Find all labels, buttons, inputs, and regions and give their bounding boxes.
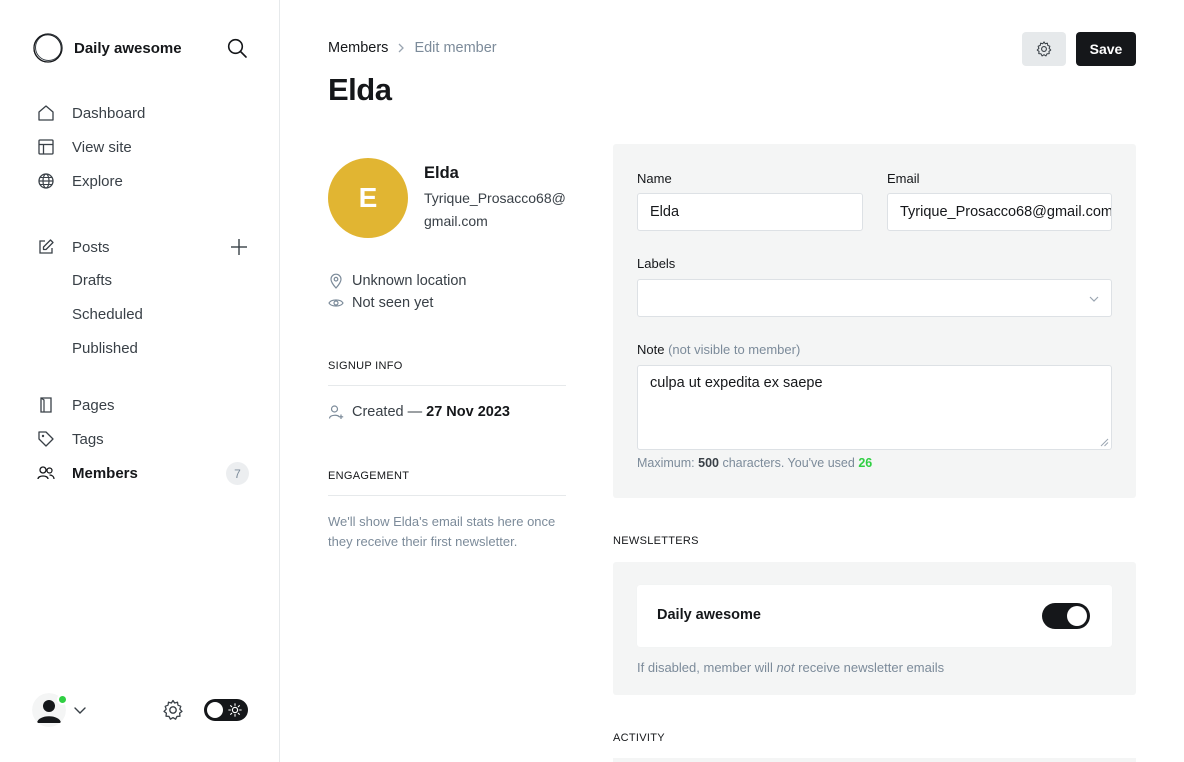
user-add-icon	[328, 405, 344, 419]
location-pin-icon	[328, 273, 344, 289]
sidebar-item-view-site[interactable]: View site	[36, 135, 132, 159]
note-label-hint: (not visible to member)	[668, 342, 801, 357]
divider	[328, 495, 566, 496]
tag-icon	[36, 429, 56, 449]
note-char-counter: Maximum: 500 characters. You've used 26	[637, 456, 872, 470]
note-label: Note (not visible to member)	[637, 342, 800, 357]
chevron-down-icon	[1089, 296, 1099, 302]
note-textarea[interactable]: culpa ut expedita ex saepe	[637, 365, 1112, 450]
last-seen-text: Not seen yet	[352, 295, 434, 311]
newsletters-heading: NEWSLETTERS	[613, 535, 699, 547]
members-count-badge: 7	[226, 462, 249, 485]
engagement-empty-text: We'll show Elda's email stats here once …	[328, 514, 556, 549]
newsletter-name: Daily awesome	[657, 607, 761, 623]
members-icon	[36, 463, 56, 483]
labels-label: Labels	[637, 256, 676, 271]
breadcrumb: Members Edit member	[328, 40, 497, 56]
chevron-right-icon	[398, 43, 405, 53]
char-max: 500	[698, 456, 719, 470]
sidebar: Daily awesome Dashboard View site Explor…	[0, 0, 280, 762]
sidebar-item-label: View site	[72, 138, 132, 156]
plus-icon[interactable]	[229, 237, 249, 257]
brand-name: Daily awesome	[74, 39, 182, 57]
save-button[interactable]: Save	[1076, 32, 1136, 66]
chevron-down-icon[interactable]	[72, 702, 88, 718]
email-input[interactable]: Tyrique_Prosacco68@gmail.com	[887, 193, 1112, 231]
sun-icon	[228, 703, 242, 717]
member-name: Elda	[424, 164, 459, 182]
sidebar-item-dashboard[interactable]: Dashboard	[36, 101, 145, 125]
member-location: Unknown location	[328, 273, 466, 289]
home-icon	[36, 103, 56, 123]
member-settings-button[interactable]	[1022, 32, 1066, 66]
hint-suffix: receive newsletter emails	[798, 660, 945, 675]
breadcrumb-current: Edit member	[414, 40, 497, 56]
gear-icon[interactable]	[161, 698, 185, 722]
activity-heading: ACTIVITY	[613, 732, 665, 744]
created-date-value: 27 Nov 2023	[426, 404, 510, 420]
sidebar-item-label: Pages	[72, 396, 115, 414]
toggle-knob	[1067, 606, 1087, 626]
toggle-knob	[207, 702, 223, 718]
sidebar-item-label: Dashboard	[72, 104, 146, 122]
sidebar-item-label: Tags	[72, 430, 104, 448]
page-icon	[36, 395, 56, 415]
newsletter-hint: If disabled, member will not receive new…	[637, 660, 944, 675]
created-date: Created — 27 Nov 2023	[328, 404, 510, 420]
note-value: culpa ut expedita ex saepe	[650, 375, 823, 391]
labels-select[interactable]	[637, 279, 1112, 317]
online-status-dot	[57, 694, 68, 705]
name-input[interactable]: Elda	[637, 193, 863, 231]
activity-panel	[613, 758, 1136, 762]
sidebar-item-label: Members	[72, 464, 138, 482]
page-title: Elda	[328, 72, 392, 107]
resize-handle-icon[interactable]	[1100, 438, 1109, 447]
brand-logo-icon	[33, 33, 63, 63]
member-last-seen: Not seen yet	[328, 295, 433, 311]
engagement-heading: ENGAGEMENT	[328, 470, 410, 482]
newsletter-subscription-toggle[interactable]	[1042, 603, 1090, 629]
newsletter-item: Daily awesome	[637, 585, 1112, 647]
char-used: 26	[858, 456, 873, 470]
hint-emphasis: not	[776, 660, 795, 675]
location-text: Unknown location	[352, 273, 467, 289]
signup-info-heading: SIGNUP INFO	[328, 360, 403, 372]
sidebar-item-label: Posts	[72, 238, 110, 256]
hint-prefix: If disabled, member will	[637, 660, 773, 675]
member-email: Tyrique_Prosacco68@gmail.com	[424, 190, 566, 229]
name-label: Name	[637, 171, 672, 186]
sidebar-item-tags[interactable]: Tags	[36, 427, 104, 451]
member-avatar: E	[328, 158, 408, 238]
theme-toggle[interactable]	[204, 699, 248, 721]
char-hint-mid: characters. You've used	[722, 456, 855, 470]
created-label: Created —	[352, 404, 423, 420]
sidebar-item-label: Explore	[72, 172, 123, 190]
brand[interactable]: Daily awesome	[32, 32, 182, 64]
layout-icon	[36, 137, 56, 157]
globe-icon	[36, 171, 56, 191]
gear-icon	[1036, 41, 1052, 57]
sidebar-item-posts[interactable]: Posts	[36, 235, 110, 259]
eye-icon	[328, 295, 344, 311]
divider	[328, 385, 566, 386]
breadcrumb-members-link[interactable]: Members	[328, 40, 388, 56]
sidebar-item-published[interactable]: Published	[72, 340, 138, 357]
char-hint-prefix: Maximum:	[637, 456, 695, 470]
edit-icon	[36, 237, 56, 257]
search-icon[interactable]	[226, 37, 248, 59]
sidebar-item-scheduled[interactable]: Scheduled	[72, 306, 143, 323]
email-label: Email	[887, 171, 920, 186]
sidebar-item-members[interactable]: Members	[36, 461, 138, 485]
note-label-text: Note	[637, 342, 665, 357]
sidebar-item-pages[interactable]: Pages	[36, 393, 115, 417]
sidebar-item-explore[interactable]: Explore	[36, 169, 123, 193]
sidebar-item-drafts[interactable]: Drafts	[72, 272, 112, 289]
